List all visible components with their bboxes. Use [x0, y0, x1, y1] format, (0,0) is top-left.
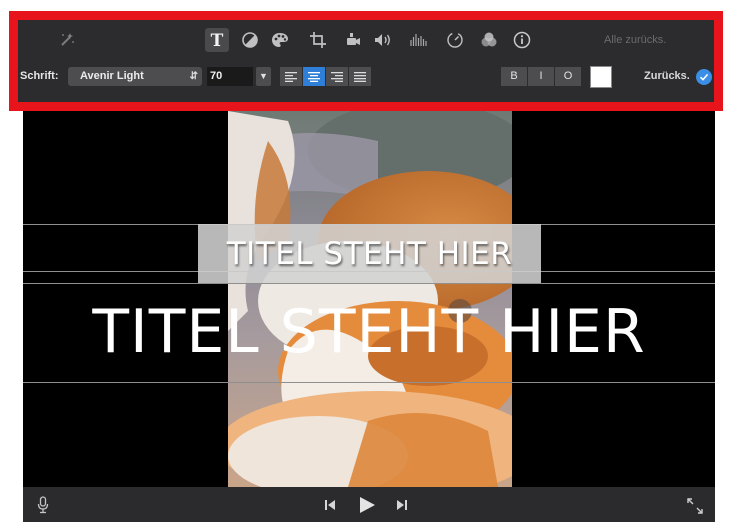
- reset-all-button[interactable]: Alle zurücks.: [604, 34, 666, 46]
- font-label: Schrift:: [20, 70, 59, 82]
- svg-text:T: T: [211, 31, 224, 49]
- align-justify-icon: [354, 71, 366, 82]
- align-justify-button[interactable]: [349, 67, 371, 86]
- checkmark-icon[interactable]: [696, 69, 712, 85]
- italic-button[interactable]: I: [528, 67, 554, 86]
- align-right-icon: [331, 71, 343, 82]
- font-size-input[interactable]: 70: [207, 67, 253, 86]
- title-preview-small[interactable]: TITEL STEHT HIER: [198, 236, 541, 272]
- action-safe-guide-bottom: [23, 382, 715, 383]
- playback-controls: [23, 487, 715, 522]
- skip-back-icon[interactable]: [323, 498, 337, 512]
- color-balance-icon[interactable]: [239, 29, 261, 51]
- align-left-button[interactable]: [280, 67, 302, 86]
- microphone-icon[interactable]: [35, 495, 51, 515]
- bold-button[interactable]: B: [501, 67, 527, 86]
- font-select-value: Avenir Light: [80, 70, 144, 82]
- filter-icon[interactable]: [478, 29, 500, 51]
- align-left-icon: [285, 71, 297, 82]
- align-center-button[interactable]: [303, 67, 325, 86]
- adjustments-toolbar: T Alle zurücks. Schrift: Avenir Light ⇵ …: [18, 20, 714, 102]
- stabilization-camera-icon[interactable]: [342, 29, 364, 51]
- crop-icon[interactable]: [307, 29, 329, 51]
- action-safe-guide-inner: [23, 283, 715, 284]
- align-center-icon: [308, 71, 320, 82]
- up-down-chevron-icon: ⇵: [189, 71, 198, 82]
- text-icon[interactable]: T: [205, 28, 229, 52]
- info-icon[interactable]: [511, 29, 533, 51]
- imovie-editor: T Alle zurücks. Schrift: Avenir Light ⇵ …: [0, 0, 732, 522]
- font-select[interactable]: Avenir Light ⇵: [68, 67, 202, 86]
- equalizer-icon[interactable]: [408, 29, 430, 51]
- font-size-dropdown[interactable]: ▼: [256, 67, 271, 86]
- video-viewer: TITEL STEHT HIER TITEL STEHT HIER: [23, 111, 715, 487]
- chevron-down-icon: ▼: [259, 71, 268, 81]
- fullscreen-icon[interactable]: [686, 497, 704, 515]
- skip-forward-icon[interactable]: [395, 498, 409, 512]
- play-icon[interactable]: [357, 495, 377, 515]
- color-palette-icon[interactable]: [269, 29, 291, 51]
- outline-button[interactable]: O: [555, 67, 581, 86]
- align-right-button[interactable]: [326, 67, 348, 86]
- text-color-swatch[interactable]: [590, 66, 612, 88]
- speed-icon[interactable]: [444, 29, 466, 51]
- magic-wand-icon[interactable]: [56, 29, 78, 51]
- volume-icon[interactable]: [372, 29, 394, 51]
- reset-button[interactable]: Zurücks.: [644, 70, 690, 82]
- title-preview-large[interactable]: TITEL STEHT HIER: [23, 297, 715, 367]
